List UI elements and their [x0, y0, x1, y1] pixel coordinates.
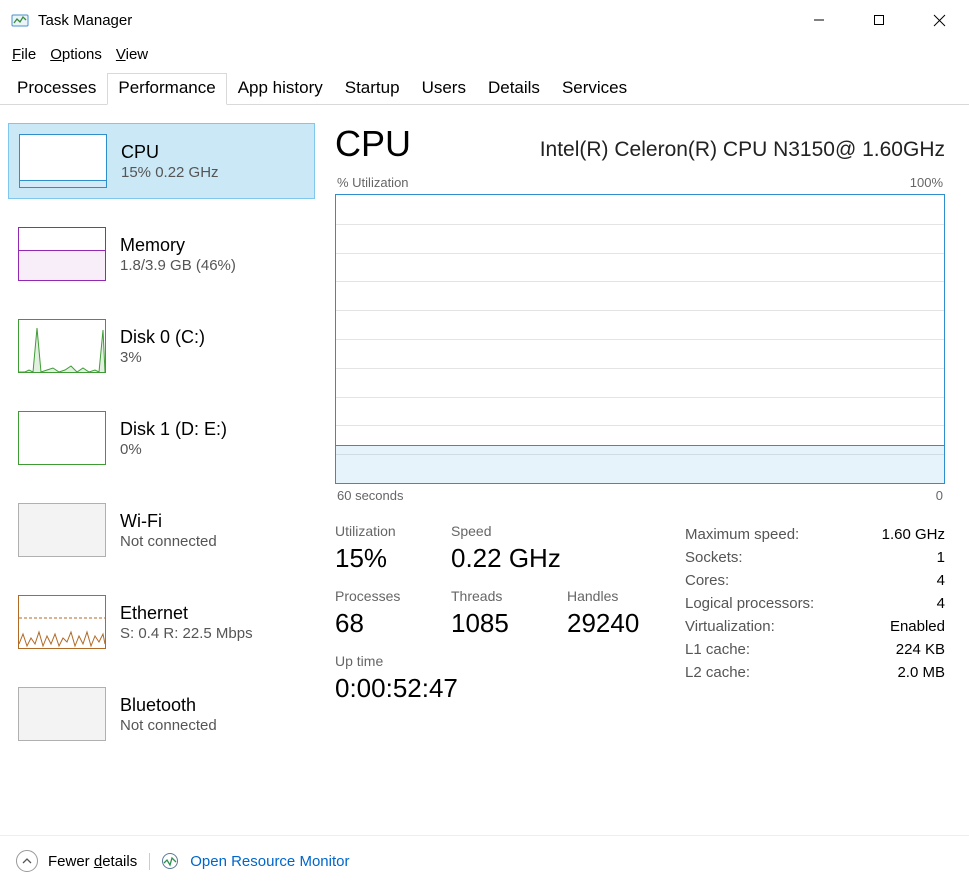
tab-users[interactable]: Users	[411, 73, 477, 105]
stats-left: Utilization 15% Speed 0.22 GHz Processes…	[335, 523, 655, 704]
sidebar-item-sub: 0%	[120, 441, 227, 458]
sidebar-item-sub: Not connected	[120, 717, 217, 734]
utilization-value: 15%	[335, 543, 423, 574]
cores-value: 4	[937, 572, 945, 589]
sidebar-item-label: Disk 1 (D: E:)	[120, 418, 227, 441]
detail-title: CPU	[335, 123, 411, 165]
speed-label: Speed	[451, 523, 561, 539]
bottom-bar: Fewer details Open Resource Monitor	[0, 835, 969, 888]
max-speed-value: 1.60 GHz	[882, 526, 945, 543]
sidebar-item-sub: Not connected	[120, 533, 217, 550]
chart-labels-bottom: 60 seconds 0	[335, 484, 945, 503]
close-button[interactable]	[909, 0, 969, 40]
resource-monitor-icon	[160, 851, 180, 871]
utilization-label: Utilization	[335, 523, 423, 539]
speed-value: 0.22 GHz	[451, 543, 561, 574]
processes-label: Processes	[335, 588, 423, 604]
sidebar-item-sub: 15% 0.22 GHz	[121, 164, 219, 181]
sidebar-item-label: Ethernet	[120, 602, 253, 625]
tab-startup[interactable]: Startup	[334, 73, 411, 105]
wifi-thumbnail-chart	[18, 503, 106, 557]
sidebar-item-label: Bluetooth	[120, 694, 217, 717]
tab-app-history[interactable]: App history	[227, 73, 334, 105]
l1-value: 224 KB	[896, 641, 945, 658]
menu-view[interactable]: View	[116, 46, 148, 63]
sidebar-item-bluetooth[interactable]: Bluetooth Not connected	[8, 677, 315, 751]
chart-ylabel: % Utilization	[337, 175, 409, 190]
handles-label: Handles	[567, 588, 655, 604]
tab-performance[interactable]: Performance	[107, 73, 226, 105]
uptime-value: 0:00:52:47	[335, 673, 458, 704]
open-resource-monitor-link[interactable]: Open Resource Monitor	[190, 853, 349, 870]
l1-label: L1 cache:	[685, 641, 750, 658]
sockets-value: 1	[937, 549, 945, 566]
stats-right: Maximum speed: 1.60 GHz Sockets: 1 Cores: 4…	[685, 523, 945, 704]
virt-label: Virtualization:	[685, 618, 775, 635]
sidebar-item-label: Disk 0 (C:)	[120, 326, 205, 349]
chart-xleft: 60 seconds	[337, 488, 404, 503]
chart-ymax: 100%	[910, 175, 943, 190]
sidebar-item-label: Memory	[120, 234, 236, 257]
logical-value: 4	[937, 595, 945, 612]
tab-services[interactable]: Services	[551, 73, 638, 105]
sidebar-item-wifi[interactable]: Wi-Fi Not connected	[8, 493, 315, 567]
detail-header: CPU Intel(R) Celeron(R) CPU N3150@ 1.60G…	[335, 123, 945, 175]
sidebar-item-sub: S: 0.4 R: 22.5 Mbps	[120, 625, 253, 642]
maximize-button[interactable]	[849, 0, 909, 40]
cpu-utilization-chart	[335, 194, 945, 484]
memory-thumbnail-chart	[18, 227, 106, 281]
menu-options[interactable]: Options	[50, 46, 102, 63]
main-body: CPU 15% 0.22 GHz Memory 1.8/3.9 GB (46%)…	[0, 105, 969, 835]
disk0-thumbnail-chart	[18, 319, 106, 373]
chart-labels-top: % Utilization 100%	[335, 175, 945, 194]
sidebar-item-disk0[interactable]: Disk 0 (C:) 3%	[8, 309, 315, 383]
cpu-thumbnail-chart	[19, 134, 107, 188]
processes-value: 68	[335, 608, 423, 639]
menubar: File Options View	[0, 40, 969, 73]
l2-value: 2.0 MB	[897, 664, 945, 681]
l2-label: L2 cache:	[685, 664, 750, 681]
threads-value: 1085	[451, 608, 539, 639]
sockets-label: Sockets:	[685, 549, 743, 566]
max-speed-label: Maximum speed:	[685, 526, 799, 543]
titlebar: Task Manager	[0, 0, 969, 40]
detail-panel: CPU Intel(R) Celeron(R) CPU N3150@ 1.60G…	[325, 123, 961, 835]
fewer-details-link[interactable]: Fewer details	[48, 853, 150, 870]
threads-label: Threads	[451, 588, 539, 604]
bluetooth-thumbnail-chart	[18, 687, 106, 741]
sidebar-item-ethernet[interactable]: Ethernet S: 0.4 R: 22.5 Mbps	[8, 585, 315, 659]
disk1-thumbnail-chart	[18, 411, 106, 465]
stats-row: Utilization 15% Speed 0.22 GHz Processes…	[335, 523, 945, 704]
sidebar-item-label: CPU	[121, 141, 219, 164]
ethernet-thumbnail-chart	[18, 595, 106, 649]
collapse-icon[interactable]	[16, 850, 38, 872]
virt-value: Enabled	[890, 618, 945, 635]
tab-processes[interactable]: Processes	[6, 73, 107, 105]
sidebar-item-memory[interactable]: Memory 1.8/3.9 GB (46%)	[8, 217, 315, 291]
handles-value: 29240	[567, 608, 655, 639]
sidebar-item-cpu[interactable]: CPU 15% 0.22 GHz	[8, 123, 315, 199]
sidebar-item-sub: 3%	[120, 349, 205, 366]
minimize-button[interactable]	[789, 0, 849, 40]
menu-file[interactable]: File	[12, 46, 36, 63]
sidebar: CPU 15% 0.22 GHz Memory 1.8/3.9 GB (46%)…	[8, 123, 325, 835]
tab-details[interactable]: Details	[477, 73, 551, 105]
window-controls	[789, 0, 969, 40]
logical-label: Logical processors:	[685, 595, 814, 612]
sidebar-item-label: Wi-Fi	[120, 510, 217, 533]
sidebar-item-sub: 1.8/3.9 GB (46%)	[120, 257, 236, 274]
cores-label: Cores:	[685, 572, 729, 589]
task-manager-icon	[10, 10, 30, 30]
cpu-model: Intel(R) Celeron(R) CPU N3150@ 1.60GHz	[540, 138, 945, 162]
chart-xright: 0	[936, 488, 943, 503]
sidebar-item-disk1[interactable]: Disk 1 (D: E:) 0%	[8, 401, 315, 475]
uptime-label: Up time	[335, 653, 458, 669]
window-title: Task Manager	[38, 12, 789, 29]
tab-bar: Processes Performance App history Startu…	[0, 73, 969, 105]
